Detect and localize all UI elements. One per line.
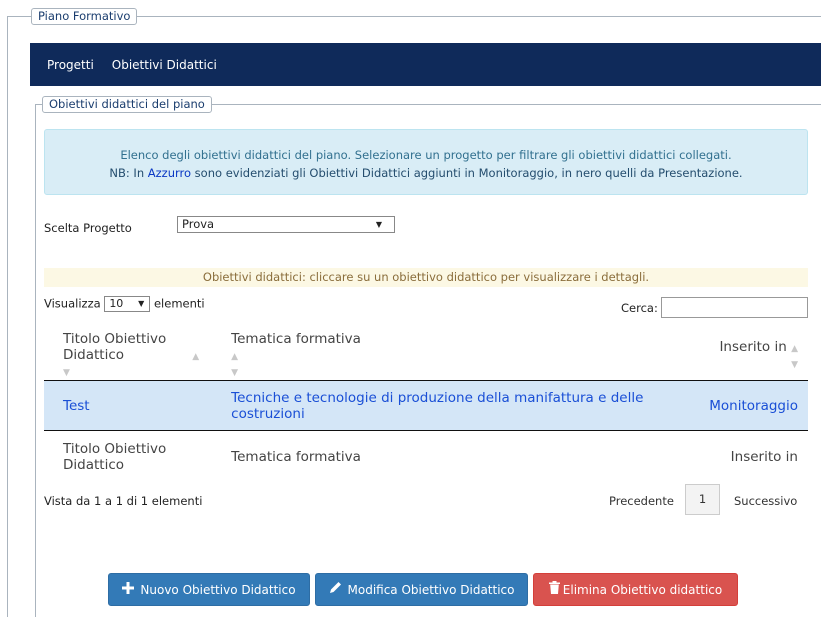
scelta-progetto-label: Scelta Progetto (44, 221, 132, 235)
column-header-inserito[interactable]: Inserito in ▲ ▼ (681, 329, 808, 381)
nav-item-progetti[interactable]: Progetti (47, 58, 94, 72)
search-label: Cerca: (621, 301, 658, 315)
column-header-titolo[interactable]: Titolo Obiettivo Didattico ▲ ▼ (44, 329, 231, 381)
plus-icon (122, 574, 135, 607)
footer-tematica: Tematica formativa (231, 449, 361, 465)
nuovo-obiettivo-button[interactable]: Nuovo Obiettivo Didattico (108, 573, 310, 606)
pager-page-1[interactable]: 1 (685, 484, 720, 515)
elimina-obiettivo-button[interactable]: Elimina Obiettivo didattico (533, 573, 738, 606)
table-row[interactable]: Test Tecniche e tecnologie di produzione… (44, 380, 808, 431)
cell-inserito: Monitoraggio (681, 380, 808, 431)
footer-inserito: Inserito in (730, 449, 798, 465)
column-header-titolo-label: Titolo Obiettivo Didattico (63, 330, 167, 363)
cell-tematica: Tecniche e tecnologie di produzione dell… (231, 380, 682, 431)
page-length-value: 10 (109, 297, 124, 310)
nav-item-obiettivi-didattici[interactable]: Obiettivi Didattici (112, 58, 217, 72)
piano-formativo-legend: Piano Formativo (31, 8, 138, 25)
dropdown-arrow-icon: ▼ (375, 220, 382, 229)
obiettivi-table: Titolo Obiettivo Didattico ▲ ▼ Tematica f… (44, 329, 808, 483)
pencil-icon (329, 574, 342, 607)
info-line2-suffix: sono evidenziati gli Obiettivi Didattici… (191, 166, 743, 180)
pager-previous[interactable]: Precedente (609, 494, 674, 508)
dropdown-arrow-icon: ▼ (138, 299, 145, 308)
info-alert: Elenco degli obiettivi didattici del pia… (44, 129, 808, 195)
table-header-row: Titolo Obiettivo Didattico ▲ ▼ Tematica f… (44, 329, 808, 381)
sort-icon: ▲ ▼ (231, 351, 239, 378)
column-header-tematica-label: Tematica formativa (231, 330, 361, 347)
pager-next[interactable]: Successivo (734, 494, 797, 508)
cell-titolo: Test (44, 380, 232, 431)
table-info: Vista da 1 a 1 di 1 elementi (44, 494, 203, 508)
info-text-line2: NB: In Azzurro sono evidenziati gli Obie… (45, 166, 807, 180)
page-length-select[interactable]: 10 ▼ (104, 296, 151, 312)
obiettivi-legend: Obiettivi didattici del piano (42, 96, 212, 113)
modifica-obiettivo-button[interactable]: Modifica Obiettivo Didattico (315, 573, 528, 606)
length-suffix: elementi (153, 296, 205, 311)
column-header-inserito-label: Inserito in (719, 338, 787, 355)
trash-icon (548, 574, 560, 607)
nuovo-obiettivo-label: Nuovo Obiettivo Didattico (140, 583, 296, 597)
elimina-obiettivo-label: Elimina Obiettivo didattico (562, 583, 723, 597)
info-line2-prefix: NB: In (109, 166, 148, 180)
column-header-tematica[interactable]: Tematica formativa ▲ ▼ (231, 329, 681, 381)
table-footer-row: Titolo Obiettivo Didattico Tematica form… (44, 431, 808, 484)
top-nav: Progetti Obiettivi Didattici (30, 43, 821, 86)
info-text-line1: Elenco degli obiettivi didattici del pia… (120, 148, 732, 162)
page-length-control: Visualizza 10 ▼ elementi (44, 296, 205, 312)
search-input[interactable] (661, 297, 808, 318)
footer-titolo: Titolo Obiettivo Didattico (63, 441, 167, 473)
scelta-progetto-value: Prova (182, 217, 215, 231)
warning-strip: Obiettivi didattici: cliccare su un obie… (44, 268, 808, 287)
info-line2-highlight: Azzurro (147, 166, 192, 180)
modifica-obiettivo-label: Modifica Obiettivo Didattico (347, 583, 515, 597)
scelta-progetto-select[interactable]: Prova ▼ (177, 216, 395, 233)
length-prefix: Visualizza (44, 296, 101, 311)
sort-icon: ▲ ▼ (791, 343, 798, 370)
